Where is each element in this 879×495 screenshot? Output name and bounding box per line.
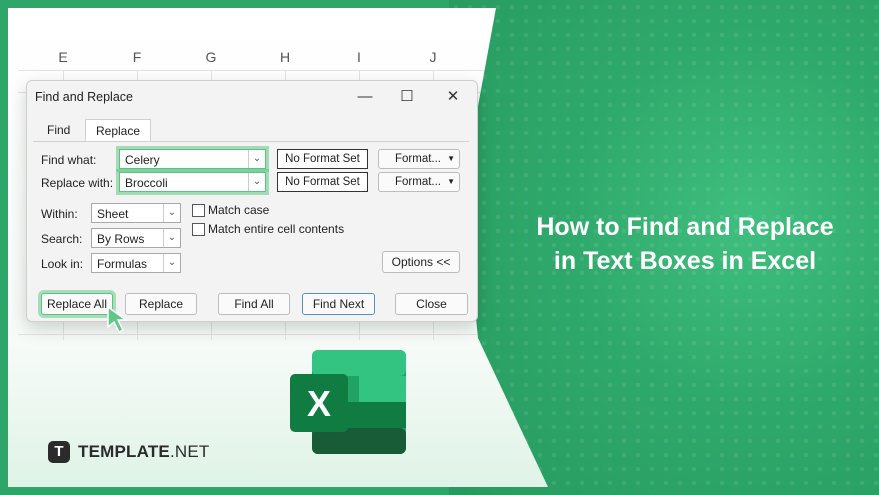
dropdown-arrow-icon: ▼ [447, 154, 455, 163]
close-icon[interactable]: ✕ [441, 85, 465, 109]
tab-find[interactable]: Find [37, 119, 80, 141]
column-header-f[interactable]: F [100, 44, 174, 70]
replace-with-input[interactable]: Broccoli ⌄ [119, 172, 266, 192]
within-select[interactable]: Sheet ⌄ [91, 203, 181, 223]
mouse-pointer-icon [107, 305, 129, 334]
column-header-i[interactable]: I [322, 44, 396, 70]
match-entire-checkbox[interactable] [192, 223, 205, 236]
column-header-j[interactable]: J [396, 44, 470, 70]
headline-line-1: How to Find and Replace [536, 213, 834, 241]
headline: How to Find and Replace in Text Boxes in… [500, 210, 870, 278]
chevron-down-icon[interactable]: ⌄ [163, 229, 180, 247]
search-select[interactable]: By Rows ⌄ [91, 228, 181, 248]
chevron-down-icon[interactable]: ⌄ [163, 254, 180, 272]
column-header-g[interactable]: G [174, 44, 248, 70]
find-replace-dialog: Find and Replace — ☐ ✕ Find Replace Find… [26, 80, 478, 322]
within-label: Within: [41, 207, 78, 221]
dialog-title: Find and Replace [35, 90, 133, 104]
find-what-input[interactable]: Celery ⌄ [119, 149, 266, 169]
match-case-label: Match case [208, 203, 270, 217]
headline-line-2: in Text Boxes in Excel [553, 247, 817, 275]
chevron-down-icon[interactable]: ⌄ [163, 204, 180, 222]
tab-divider [33, 141, 469, 142]
look-in-select[interactable]: Formulas ⌄ [91, 253, 181, 273]
excel-logo-letter: X [307, 383, 331, 424]
match-case-checkbox[interactable] [192, 204, 205, 217]
thumbnail-frame: E F G H I J K X [0, 0, 879, 495]
dropdown-arrow-icon: ▼ [447, 177, 455, 186]
find-format-button[interactable]: Format... ▼ [378, 149, 460, 169]
tab-replace[interactable]: Replace [85, 119, 152, 142]
find-next-button[interactable]: Find Next [302, 293, 375, 315]
grid-line [18, 334, 523, 335]
replace-all-button[interactable]: Replace All [41, 293, 113, 315]
brand-mark-icon: T [48, 441, 70, 463]
excel-logo-icon: X [290, 350, 406, 454]
chevron-down-icon[interactable]: ⌄ [248, 173, 265, 191]
search-label: Search: [41, 232, 83, 246]
column-header-h[interactable]: H [248, 44, 322, 70]
brand-logo: T TEMPLATE.NET [48, 441, 209, 463]
find-all-button[interactable]: Find All [218, 293, 290, 315]
options-button[interactable]: Options << [382, 251, 460, 273]
replace-format-status: No Format Set [277, 172, 368, 192]
find-format-status: No Format Set [277, 149, 368, 169]
maximize-icon[interactable]: ☐ [395, 85, 419, 109]
replace-format-button[interactable]: Format... ▼ [378, 172, 460, 192]
brand-name: TEMPLATE.NET [78, 442, 210, 461]
look-in-label: Look in: [41, 257, 84, 271]
match-entire-label: Match entire cell contents [208, 222, 345, 236]
chevron-down-icon[interactable]: ⌄ [248, 150, 265, 168]
close-button[interactable]: Close [395, 293, 468, 315]
column-header-e[interactable]: E [26, 44, 100, 70]
find-what-label: Find what: [41, 153, 97, 167]
minimize-icon[interactable]: — [353, 85, 377, 109]
replace-with-label: Replace with: [41, 176, 114, 190]
replace-button[interactable]: Replace [125, 293, 197, 315]
grid-line [18, 70, 523, 71]
